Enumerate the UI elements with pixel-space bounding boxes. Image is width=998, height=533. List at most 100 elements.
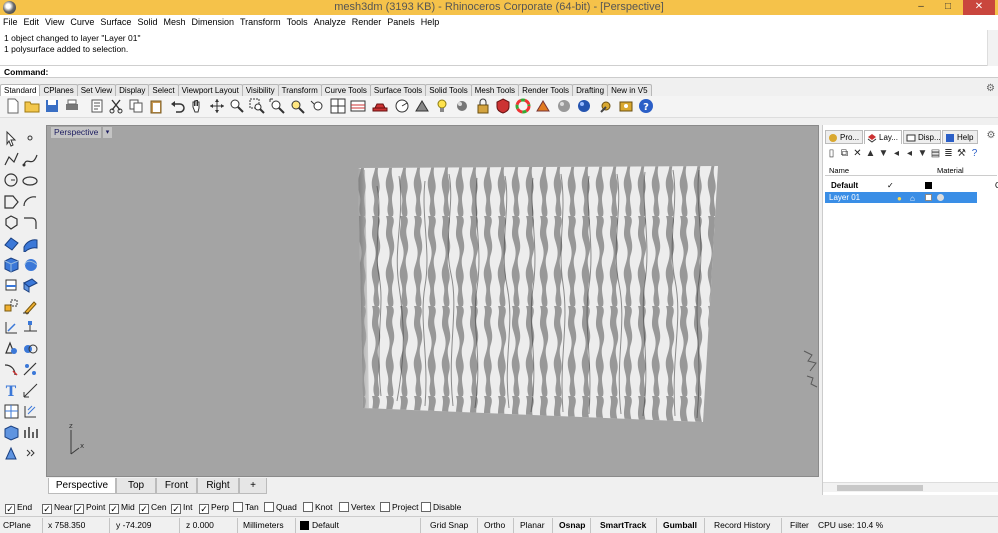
surface-patch-icon[interactable] (3, 235, 20, 252)
unlock-icon[interactable]: ⌂ (910, 193, 915, 204)
osnap-int[interactable]: ✓ Int (171, 501, 192, 514)
osnap-cen-checkbox[interactable]: ✓ (139, 504, 149, 514)
tab-render-tools[interactable]: Render Tools (518, 84, 574, 96)
menu-render[interactable]: Render (349, 15, 385, 29)
tab-set-view[interactable]: Set View (76, 84, 117, 96)
tab-surface-tools[interactable]: Surface Tools (369, 84, 427, 96)
rectangle-icon[interactable] (3, 193, 20, 210)
grid-cell-icon[interactable] (3, 403, 20, 420)
maximize-button[interactable]: □ (935, 0, 961, 15)
grid-layout-icon[interactable] (350, 98, 366, 114)
record-history-toggle[interactable]: Record History (714, 518, 782, 533)
more-tools-chevron-icon[interactable] (22, 445, 39, 462)
osnap-point-checkbox[interactable]: ✓ (74, 504, 84, 514)
new-file-icon[interactable] (5, 98, 21, 114)
menu-transform[interactable]: Transform (237, 15, 284, 29)
panel-options-gear-icon[interactable]: ⚙ (985, 130, 997, 142)
text-object-icon[interactable]: T (3, 382, 20, 399)
tab-new-in-v5[interactable]: New in V5 (607, 84, 652, 96)
osnap-vertex-checkbox[interactable] (339, 502, 349, 512)
osnap-vertex[interactable]: Vertex (339, 501, 375, 513)
array-icon[interactable] (22, 319, 39, 336)
options-icon[interactable] (598, 98, 614, 114)
menu-help[interactable]: Help (418, 15, 443, 29)
help-icon[interactable]: ? (638, 98, 654, 114)
tab-cplanes[interactable]: CPlanes (39, 84, 78, 96)
cut-icon[interactable] (108, 98, 124, 114)
mesh-icon[interactable] (22, 277, 39, 294)
menu-mesh[interactable]: Mesh (160, 15, 188, 29)
print-icon[interactable] (64, 98, 80, 114)
move-layer-up-icon[interactable]: ▲ (865, 148, 876, 159)
light-bulb-icon[interactable] (434, 98, 450, 114)
circle-select-icon[interactable] (394, 98, 410, 114)
smarttrack-toggle[interactable]: SmartTrack (600, 518, 657, 533)
menu-analyze[interactable]: Analyze (311, 15, 349, 29)
osnap-knot[interactable]: Knot (303, 501, 333, 513)
menu-surface[interactable]: Surface (97, 15, 134, 29)
layer-help-icon[interactable]: ? (969, 148, 980, 159)
fillet-icon[interactable] (3, 361, 20, 378)
save-icon[interactable] (44, 98, 60, 114)
scrollbar-thumb[interactable] (837, 485, 923, 491)
layer-states-icon[interactable]: ≣ (943, 148, 954, 159)
status-cplane[interactable]: CPlane (3, 518, 43, 533)
rotate-pencil-icon[interactable] (22, 298, 39, 315)
layout-icon[interactable] (3, 445, 20, 462)
boolean-icon[interactable] (22, 340, 39, 357)
layer-color-swatch[interactable] (925, 194, 932, 201)
hatch-icon[interactable] (22, 403, 39, 420)
new-sublayer-icon[interactable]: ⧉ (839, 148, 850, 159)
menu-dimension[interactable]: Dimension (188, 15, 237, 29)
osnap-mid[interactable]: ✓ Mid (109, 501, 135, 514)
layer-row-default[interactable]: Default ✓ C (825, 180, 998, 191)
material-icon[interactable] (535, 98, 551, 114)
tab-drafting[interactable]: Drafting (572, 84, 609, 96)
block-icon[interactable] (3, 424, 20, 441)
point-icon[interactable] (22, 130, 39, 147)
perspective-viewport[interactable]: Perspective ▾ z x (46, 125, 819, 477)
grey-sphere-icon[interactable] (556, 98, 572, 114)
lock-icon[interactable] (475, 98, 491, 114)
osnap-end-checkbox[interactable]: ✓ (5, 504, 15, 514)
snapshot-icon[interactable] (618, 98, 634, 114)
layer-up-level-icon[interactable]: ◂ (891, 148, 902, 159)
color-wheel-icon[interactable] (515, 98, 531, 114)
car-icon[interactable] (372, 98, 388, 114)
light-bulb-icon[interactable]: ● (897, 193, 902, 204)
menu-tools[interactable]: Tools (284, 15, 311, 29)
tab-layers[interactable]: Lay... (864, 130, 902, 144)
dimension-icon[interactable] (22, 382, 39, 399)
layer-row-layer-01[interactable]: Layer 01 ● ⌂ (825, 192, 977, 203)
menu-edit[interactable]: Edit (21, 15, 43, 29)
properties-icon[interactable] (89, 98, 105, 114)
tab-display[interactable]: Disp... (903, 130, 941, 144)
zoom-selected-icon[interactable] (289, 98, 305, 114)
osnap-disable-checkbox[interactable] (421, 502, 431, 512)
osnap-int-checkbox[interactable]: ✓ (171, 504, 181, 514)
zoom-icon[interactable] (229, 98, 245, 114)
osnap-mid-checkbox[interactable]: ✓ (109, 504, 119, 514)
viewport-tab-top[interactable]: Top (116, 478, 156, 494)
menu-panels[interactable]: Panels (384, 15, 418, 29)
undo-view-icon[interactable] (309, 98, 325, 114)
menu-curve[interactable]: Curve (67, 15, 97, 29)
menu-view[interactable]: View (42, 15, 67, 29)
pan-hand-icon[interactable] (189, 98, 205, 114)
polygon-icon[interactable] (3, 214, 20, 231)
model-surface[interactable]: z x (47, 126, 818, 476)
viewport-tab-front[interactable]: Front (156, 478, 197, 494)
offscreen-object-fragment[interactable] (803, 350, 818, 388)
polyline-icon[interactable] (3, 151, 20, 168)
osnap-tan-checkbox[interactable] (233, 502, 243, 512)
analyze-icon[interactable] (22, 424, 39, 441)
tab-curve-tools[interactable]: Curve Tools (320, 84, 371, 96)
osnap-quad[interactable]: Quad (264, 501, 297, 513)
arc-icon[interactable] (22, 193, 39, 210)
four-viewports-icon[interactable] (330, 98, 346, 114)
split-icon[interactable] (22, 361, 39, 378)
sphere-solid-icon[interactable] (22, 256, 39, 273)
osnap-perp[interactable]: ✓ Perp (199, 501, 229, 514)
planar-toggle[interactable]: Planar (520, 518, 553, 533)
open-folder-icon[interactable] (24, 98, 40, 114)
